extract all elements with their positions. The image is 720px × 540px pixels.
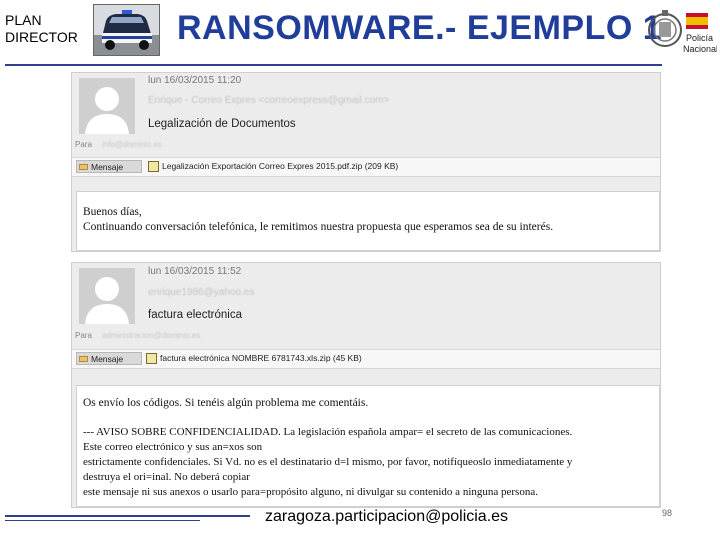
user-silhouette-icon — [85, 87, 129, 134]
to-label: Para — [75, 331, 92, 340]
message-button-label: Mensaje — [91, 162, 124, 172]
envelope-icon — [79, 356, 88, 362]
message-button-label: Mensaje — [91, 354, 124, 364]
email-date: lun 16/03/2015 11:20 — [148, 75, 242, 86]
email-body: Buenos días, Continuando conversación te… — [76, 191, 660, 251]
footer-divider-thin — [5, 520, 200, 521]
excel-zip-icon — [146, 353, 157, 364]
envelope-icon — [79, 164, 88, 170]
body-line: Os envío los códigos. Si tenéis algún pr… — [83, 397, 369, 409]
attachment-file[interactable]: Legalización Exportación Correo Expres 2… — [148, 160, 398, 173]
attachment-file[interactable]: factura electrónica NOMBRE 6781743.xls.z… — [146, 352, 362, 365]
body-line: Buenos días, — [83, 206, 142, 218]
police-car-icon — [94, 5, 159, 55]
page-title: RANSOMWARE.- EJEMPLO 1 — [177, 9, 663, 47]
police-car-image — [93, 4, 160, 56]
page-number: 98 — [662, 508, 673, 518]
policia-nacional-logo: Policía Nacional — [647, 4, 718, 56]
email-sender: Enrique - Correo Expres <correoexpress@g… — [148, 95, 390, 106]
email-sender: enrique1986@yahoo.es — [148, 287, 255, 298]
message-button[interactable]: Mensaje — [76, 352, 142, 365]
body-line: Continuando conversación telefónica, le … — [83, 221, 554, 233]
avatar — [79, 78, 135, 134]
police-shield-icon: Policía Nacional — [648, 10, 718, 54]
to-value: administracion@dominio.es — [102, 331, 201, 340]
plan-director-label: PLAN DIRECTOR — [5, 12, 78, 46]
to-label: Para — [75, 140, 92, 149]
email-card-1: lun 16/03/2015 11:20 Enrique - Correo Ex… — [71, 72, 661, 252]
attachment-name: factura electrónica NOMBRE 6781743.xls.z… — [160, 353, 362, 363]
body-line: Este correo electrónico y sus an=xos son — [83, 441, 263, 453]
seal-text-policia: Policía — [686, 33, 713, 43]
footer-divider — [5, 515, 250, 517]
attachment-bar: Mensaje Legalización Exportación Correo … — [72, 157, 660, 177]
email-body: Os envío los códigos. Si tenéis algún pr… — [76, 385, 660, 507]
user-silhouette-icon — [85, 277, 129, 324]
contact-email[interactable]: zaragoza.participacion@policia.es — [265, 508, 508, 526]
email-subject: factura electrónica — [148, 309, 242, 321]
attachment-bar: Mensaje factura electrónica NOMBRE 67817… — [72, 349, 660, 369]
zip-file-icon — [148, 161, 159, 172]
body-line: --- AVISO SOBRE CONFIDENCIALIDAD. La leg… — [83, 426, 573, 438]
to-value: info@dominio.es — [102, 140, 162, 149]
header-divider — [5, 64, 662, 66]
body-line: estrictamente confidenciales. Si Vd. no … — [83, 456, 573, 468]
message-button[interactable]: Mensaje — [76, 160, 142, 173]
avatar — [79, 268, 135, 324]
body-line: este mensaje ni sus anexos o usarlo para… — [83, 486, 538, 498]
seal-text-nacional: Nacional — [683, 44, 717, 54]
email-card-2: lun 16/03/2015 11:52 enrique1986@yahoo.e… — [71, 262, 661, 508]
plan-label-line1: PLAN — [5, 12, 42, 28]
attachment-name: Legalización Exportación Correo Expres 2… — [162, 161, 399, 171]
body-line: destruya el ori=inal. No deberá copiar — [83, 471, 250, 483]
plan-label-line2: DIRECTOR — [5, 29, 78, 45]
email-date: lun 16/03/2015 11:52 — [148, 266, 242, 277]
email-subject: Legalización de Documentos — [148, 118, 296, 130]
